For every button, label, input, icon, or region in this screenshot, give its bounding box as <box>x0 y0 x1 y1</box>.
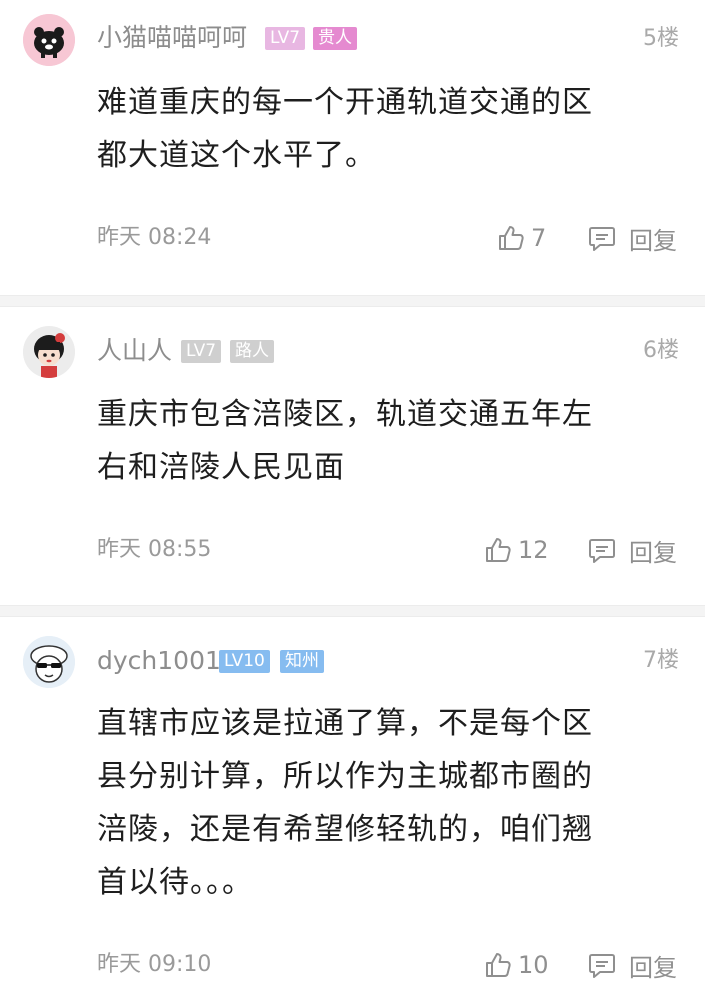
avatar[interactable] <box>23 636 75 688</box>
reply-button[interactable]: 回复 <box>587 223 677 255</box>
comment-5: 小猫喵喵呵呵 LV7 贵人 5楼 难道重庆的每一个开通轨道交通的区 都大道这个水… <box>0 0 705 295</box>
comment-content: 难道重庆的每一个开通轨道交通的区 都大道这个水平了。 <box>97 76 657 182</box>
timestamp: 昨天 09:10 <box>97 952 212 977</box>
comment-7: dych1001 LV10 知州 7楼 直辖市应该是拉通了算，不是每个区 县分别… <box>0 617 705 1000</box>
level-badge: LV10 <box>219 650 270 673</box>
floor-number: 7楼 <box>643 648 679 673</box>
reply-label: 回复 <box>629 226 677 255</box>
like-button[interactable]: 10 <box>484 950 549 980</box>
level-badge: LV7 <box>265 27 306 50</box>
like-count: 12 <box>518 536 549 564</box>
content-line: 难道重庆的每一个开通轨道交通的区 <box>97 85 593 120</box>
avatar[interactable] <box>23 326 75 378</box>
title-badge: 知州 <box>280 650 324 673</box>
floor-number: 5楼 <box>643 26 679 51</box>
thumbs-up-icon <box>486 538 511 562</box>
floor-number: 6楼 <box>643 338 679 363</box>
like-button[interactable]: 7 <box>497 223 546 253</box>
content-line: 都大道这个水平了。 <box>97 138 376 173</box>
reply-button[interactable]: 回复 <box>587 535 677 567</box>
timestamp: 昨天 08:24 <box>97 225 212 250</box>
timestamp: 昨天 08:55 <box>97 537 212 562</box>
username[interactable]: 小猫喵喵呵呵 <box>97 23 247 53</box>
reply-label: 回复 <box>629 538 677 567</box>
comment-6: 人山人 LV7 路人 6楼 重庆市包含涪陵区，轨道交通五年左 右和涪陵人民见面 … <box>0 307 705 605</box>
like-count: 10 <box>518 951 549 979</box>
username[interactable]: 人山人 <box>97 336 172 366</box>
content-line: 首以待。。。 <box>97 865 253 900</box>
comment-bubble-icon <box>589 539 615 563</box>
comment-bubble-icon <box>589 954 615 978</box>
level-badge: LV7 <box>181 340 222 363</box>
divider <box>0 295 705 307</box>
divider <box>0 605 705 617</box>
content-line: 直辖市应该是拉通了算，不是每个区 <box>97 706 593 741</box>
cat-avatar-icon <box>23 14 75 66</box>
thumbs-up-icon <box>499 226 524 250</box>
title-badge: 贵人 <box>313 27 357 50</box>
username[interactable]: dych1001 <box>97 646 221 676</box>
content-line: 涪陵，还是有希望修轻轨的，咱们翘 <box>97 812 593 847</box>
thumbs-up-icon <box>486 953 511 977</box>
content-line: 右和涪陵人民见面 <box>97 450 345 485</box>
sunglasses-avatar-icon <box>23 636 75 688</box>
content-line: 重庆市包含涪陵区，轨道交通五年左 <box>97 397 593 432</box>
reply-button[interactable]: 回复 <box>587 950 677 982</box>
comment-content: 重庆市包含涪陵区，轨道交通五年左 右和涪陵人民见面 <box>97 388 657 494</box>
like-button[interactable]: 12 <box>484 535 549 565</box>
content-line: 县分别计算，所以作为主城都市圈的 <box>97 759 593 794</box>
reply-label: 回复 <box>629 953 677 982</box>
avatar[interactable] <box>23 14 75 66</box>
comment-content: 直辖市应该是拉通了算，不是每个区 县分别计算，所以作为主城都市圈的 涪陵，还是有… <box>97 697 657 909</box>
girl-avatar-icon <box>23 326 75 378</box>
comment-bubble-icon <box>589 227 615 251</box>
like-count: 7 <box>531 224 547 252</box>
title-badge: 路人 <box>230 340 274 363</box>
